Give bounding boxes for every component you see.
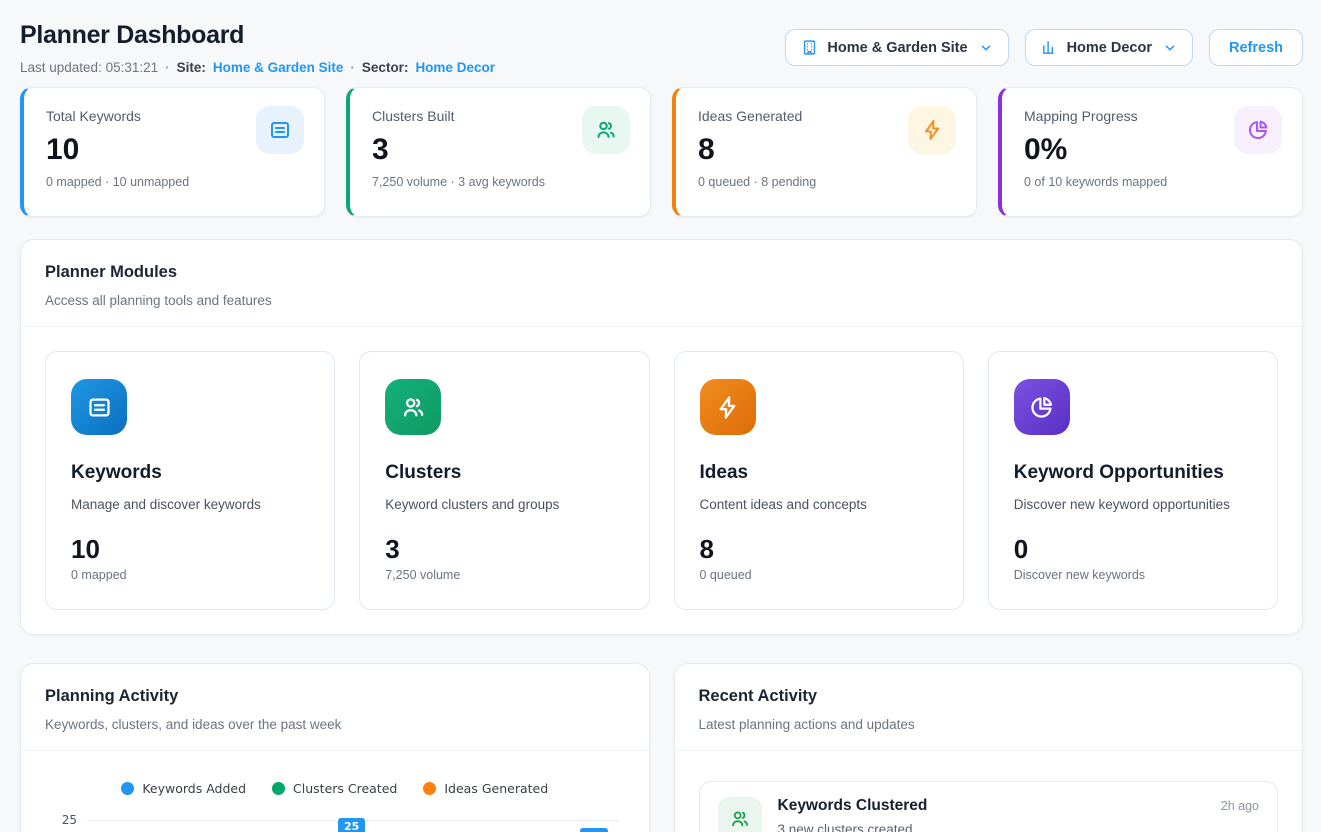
header-actions: Home & Garden Site Home Decor Refresh: [785, 29, 1303, 66]
module-description: Keyword clusters and groups: [385, 497, 623, 512]
planning-activity-card: Planning Activity Keywords, clusters, an…: [20, 663, 650, 832]
sector-selector-value: Home Decor: [1067, 40, 1152, 56]
module-description: Content ideas and concepts: [700, 497, 938, 512]
list-icon: [71, 379, 127, 435]
activity-item-top: Keywords Clustered 2h ago: [778, 797, 1260, 815]
meta-separator: ·: [165, 58, 170, 77]
lightning-icon: [700, 379, 756, 435]
legend-label: Clusters Created: [293, 781, 397, 796]
bottom-row: Planning Activity Keywords, clusters, an…: [20, 663, 1303, 832]
refresh-button-label: Refresh: [1229, 40, 1283, 56]
recent-activity-body: Keywords Clustered 2h ago 3 new clusters…: [675, 751, 1303, 832]
planner-modules-header: Planner Modules Access all planning tool…: [21, 240, 1302, 327]
module-description: Discover new keyword opportunities: [1014, 497, 1252, 512]
stat-detail: 0 of 10 keywords mapped: [1024, 175, 1282, 189]
stat-card-ideas-generated: Ideas Generated 8 0 queued · 8 pending: [672, 87, 977, 217]
module-card-ideas[interactable]: Ideas Content ideas and concepts 8 0 que…: [674, 351, 964, 610]
legend-dot-orange: [423, 782, 436, 795]
site-selector-value: Home & Garden Site: [827, 40, 967, 56]
bar-chart-icon: [1041, 39, 1058, 56]
users-icon: [718, 797, 762, 832]
activity-item-keywords-clustered: Keywords Clustered 2h ago 3 new clusters…: [699, 781, 1279, 832]
module-title: Clusters: [385, 462, 623, 484]
data-label-24: 24: [579, 827, 608, 832]
module-detail: 0 mapped: [71, 568, 309, 582]
planner-dashboard-page: Planner Dashboard Last updated: 05:31:21…: [0, 0, 1321, 832]
stat-card-clusters-built: Clusters Built 3 7,250 volume · 3 avg ke…: [346, 87, 651, 217]
header-left: Planner Dashboard Last updated: 05:31:21…: [20, 20, 495, 77]
site-label: Site:: [177, 58, 206, 77]
recent-activity-card: Recent Activity Latest planning actions …: [674, 663, 1304, 832]
activity-item-content: Keywords Clustered 2h ago 3 new clusters…: [778, 797, 1260, 832]
module-detail: Discover new keywords: [1014, 568, 1252, 582]
planning-activity-body: Keywords Added Clusters Created Ideas Ge…: [21, 751, 649, 832]
sector-selector-button[interactable]: Home Decor: [1025, 29, 1193, 66]
module-card-keywords[interactable]: Keywords Manage and discover keywords 10…: [45, 351, 335, 610]
users-icon: [385, 379, 441, 435]
stats-row: Total Keywords 10 0 mapped · 10 unmapped…: [20, 87, 1303, 217]
recent-activity-header: Recent Activity Latest planning actions …: [675, 664, 1303, 751]
activity-item-description: 3 new clusters created: [778, 822, 1260, 832]
y-axis-tick-25: 25: [45, 813, 77, 827]
module-value: 0: [1014, 535, 1252, 563]
pie-chart-icon: [1014, 379, 1070, 435]
module-value: 10: [71, 535, 309, 563]
planner-modules-title: Planner Modules: [45, 262, 1278, 283]
y-axis: 25: [45, 820, 87, 832]
module-detail: 0 queued: [700, 568, 938, 582]
lightning-icon: [908, 106, 956, 154]
planning-activity-subtitle: Keywords, clusters, and ideas over the p…: [45, 715, 625, 734]
site-link[interactable]: Home & Garden Site: [213, 58, 344, 77]
stat-card-mapping-progress: Mapping Progress 0% 0 of 10 keywords map…: [998, 87, 1303, 217]
stat-detail: 7,250 volume · 3 avg keywords: [372, 175, 630, 189]
legend-label: Keywords Added: [142, 781, 246, 796]
building-icon: [801, 39, 818, 56]
planning-activity-title: Planning Activity: [45, 686, 625, 707]
refresh-button[interactable]: Refresh: [1209, 29, 1303, 66]
legend-item-clusters-created[interactable]: Clusters Created: [272, 781, 397, 796]
pie-chart-icon: [1234, 106, 1282, 154]
planning-activity-header: Planning Activity Keywords, clusters, an…: [21, 664, 649, 751]
data-label-25: 25: [337, 817, 366, 832]
module-title: Keywords: [71, 462, 309, 484]
legend-item-ideas-generated[interactable]: Ideas Generated: [423, 781, 548, 796]
module-description: Manage and discover keywords: [71, 497, 309, 512]
activity-item-title: Keywords Clustered: [778, 797, 928, 815]
legend-dot-blue: [121, 782, 134, 795]
chart-legend: Keywords Added Clusters Created Ideas Ge…: [45, 781, 625, 796]
sector-link[interactable]: Home Decor: [415, 58, 495, 77]
module-value: 3: [385, 535, 623, 563]
list-icon: [256, 106, 304, 154]
chart-plot-area: 25 24: [87, 820, 619, 832]
legend-item-keywords-added[interactable]: Keywords Added: [121, 781, 246, 796]
activity-chart: 25 25 24: [45, 820, 625, 832]
users-icon: [582, 106, 630, 154]
site-selector-button[interactable]: Home & Garden Site: [785, 29, 1008, 66]
chevron-down-icon: [979, 41, 993, 55]
stat-detail: 0 mapped · 10 unmapped: [46, 175, 304, 189]
module-card-clusters[interactable]: Clusters Keyword clusters and groups 3 7…: [359, 351, 649, 610]
page-title: Planner Dashboard: [20, 20, 495, 50]
module-title: Ideas: [700, 462, 938, 484]
module-detail: 7,250 volume: [385, 568, 623, 582]
activity-item-time: 2h ago: [1221, 799, 1259, 813]
module-title: Keyword Opportunities: [1014, 462, 1252, 484]
stat-detail: 0 queued · 8 pending: [698, 175, 956, 189]
stat-card-total-keywords: Total Keywords 10 0 mapped · 10 unmapped: [20, 87, 325, 217]
header-meta: Last updated: 05:31:21 · Site: Home & Ga…: [20, 58, 495, 77]
meta-separator: ·: [350, 58, 355, 77]
recent-activity-subtitle: Latest planning actions and updates: [699, 715, 1279, 734]
module-card-keyword-opportunities[interactable]: Keyword Opportunities Discover new keywo…: [988, 351, 1278, 610]
modules-grid: Keywords Manage and discover keywords 10…: [21, 327, 1302, 634]
page-header: Planner Dashboard Last updated: 05:31:21…: [0, 0, 1321, 77]
last-updated-text: Last updated: 05:31:21: [20, 58, 158, 77]
module-value: 8: [700, 535, 938, 563]
chevron-down-icon: [1163, 41, 1177, 55]
planner-modules-panel: Planner Modules Access all planning tool…: [20, 239, 1303, 635]
recent-activity-title: Recent Activity: [699, 686, 1279, 707]
planner-modules-subtitle: Access all planning tools and features: [45, 291, 1278, 310]
legend-dot-green: [272, 782, 285, 795]
sector-label: Sector:: [362, 58, 409, 77]
legend-label: Ideas Generated: [444, 781, 548, 796]
